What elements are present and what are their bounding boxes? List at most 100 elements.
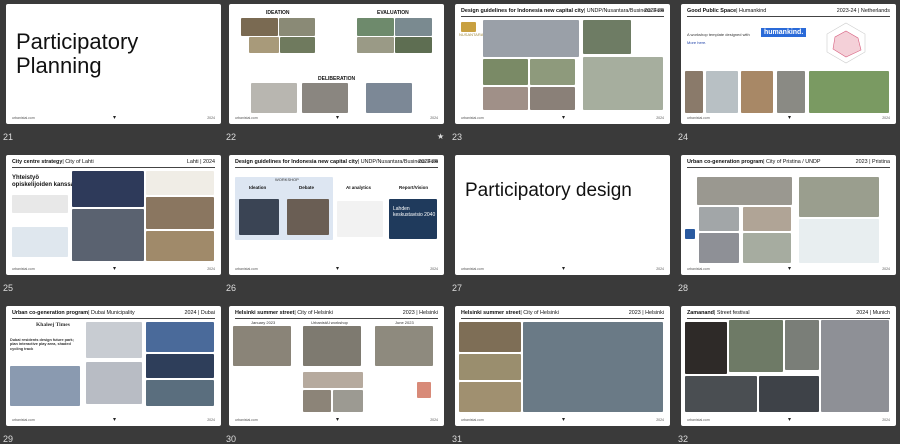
footer-year: 2024 (207, 418, 215, 422)
photo-placeholder (523, 322, 663, 412)
slide-thumbnail-23[interactable]: Design guidelines for Indonesia new capi… (455, 4, 670, 124)
big-heading: Yhteistyö opiskelijoiden kanssa (12, 175, 75, 188)
slide-year: 2023-24 (418, 159, 438, 165)
photo-placeholder (459, 354, 521, 380)
slide-subheading: | Humankind (736, 8, 767, 14)
slide-number-26: 26 (226, 283, 237, 293)
footer-year: 2024 (882, 418, 890, 422)
star-icon[interactable]: ★ (437, 132, 444, 141)
slide-subheading: | City of Lahti (62, 159, 94, 165)
news-headline: Dubai residents design future park; plan… (10, 338, 74, 351)
nusantara-emblem (461, 22, 476, 32)
slide-heading: Design guidelines for Indonesia new capi… (461, 8, 584, 14)
photo-placeholder (697, 177, 792, 205)
photo-placeholder (303, 326, 361, 366)
slide-number-30: 30 (226, 434, 237, 444)
news-brand: Khaleej Times (36, 322, 70, 328)
footer-year: 2024 (207, 116, 215, 120)
humankind-logo: humankind. (761, 28, 807, 37)
footer-logo-icon (561, 115, 566, 120)
slide-year: 2023 | Helsinki (402, 310, 438, 316)
header-rule (12, 318, 215, 319)
footer-year: 2024 (430, 418, 438, 422)
photo-placeholder (302, 83, 348, 113)
analytics-chart (337, 201, 383, 237)
footer-logo-icon (787, 417, 792, 422)
slide-footer: urbanistai.com 2024 (235, 418, 438, 423)
body-text-block (12, 195, 68, 213)
slide-thumbnail-24[interactable]: Good Public Space| Humankind 2023-24 | Ne… (681, 4, 896, 124)
footer-year: 2024 (882, 116, 890, 120)
slide-heading: Design guidelines for Indonesia new capi… (235, 159, 358, 165)
photo-placeholder (699, 207, 739, 231)
photo-placeholder (685, 376, 757, 412)
photo-placeholder (821, 320, 889, 412)
slide-footer: urbanistai.com 2024 (687, 116, 890, 121)
slide-thumbnail-31[interactable]: Helsinki summer street| City of Helsinki… (455, 306, 670, 426)
footer-site: urbanistai.com (235, 116, 258, 120)
slide-footer: urbanistai.com 2024 (461, 267, 664, 272)
slide-footer: urbanistai.com 2024 (687, 267, 890, 272)
photo-placeholder (685, 71, 703, 113)
slide-subheading: | City of Helsinki (520, 310, 559, 316)
more-link[interactable]: More here. (687, 40, 706, 45)
slide-footer: urbanistai.com 2024 (687, 418, 890, 423)
slide-number-28: 28 (678, 283, 689, 293)
photo-placeholder (799, 177, 879, 217)
slide-number-22: 22 (226, 132, 237, 142)
logo-block (417, 382, 431, 398)
slide-number-32: 32 (678, 434, 689, 444)
header-rule (687, 16, 890, 17)
slide-thumbnail-28[interactable]: Urban co-generation program| City of Pri… (681, 155, 896, 275)
photo-placeholder (483, 59, 528, 85)
footer-year: 2024 (882, 267, 890, 271)
photo-placeholder (530, 87, 575, 110)
photo-placeholder (729, 320, 783, 372)
slide-thumbnail-29[interactable]: Urban co-generation program| Dubai Munic… (6, 306, 221, 426)
slide-thumbnail-30[interactable]: Helsinki summer street| City of Helsinki… (229, 306, 444, 426)
photo-placeholder (86, 362, 142, 404)
photo-placeholder (799, 219, 879, 263)
photo-placeholder (280, 37, 315, 53)
slide-thumbnail-32[interactable]: Zamanand| Street festival 2024 | Munich ur… (681, 306, 896, 426)
vision-title: Lahden keskustavisio 2040 (393, 206, 436, 218)
debate-label: Debate (299, 185, 315, 190)
slide-year: Lahti | 2024 (186, 159, 215, 165)
footer-site: urbanistai.com (687, 418, 710, 422)
slide-thumbnail-27[interactable]: Participatory design urbanistai.com 2024 (455, 155, 670, 275)
slide-subheading: | Dubai Municipality (88, 310, 135, 316)
slide-footer: urbanistai.com 2024 (12, 418, 215, 423)
photo-placeholder (743, 207, 791, 231)
slide-thumbnail-25[interactable]: City centre strategy| City of Lahti Lahti… (6, 155, 221, 275)
slide-number-24: 24 (678, 132, 689, 142)
slide-sorter-grid: Participatory Planning urbanistai.com 2024… (0, 0, 900, 444)
photo-placeholder (459, 322, 521, 352)
evaluation-label: EVALUATION (377, 10, 409, 16)
photo-placeholder (483, 87, 528, 110)
footer-logo-icon (561, 266, 566, 271)
vision-cover (389, 199, 437, 239)
photo-placeholder (777, 71, 805, 113)
deliberation-label: DELIBERATION (318, 76, 356, 82)
slide-thumbnail-21[interactable]: Participatory Planning urbanistai.com 2024 (6, 4, 221, 124)
footer-year: 2024 (656, 116, 664, 120)
footer-year: 2024 (656, 267, 664, 271)
photo-placeholder (583, 20, 631, 54)
photo-placeholder (249, 37, 279, 53)
footer-site: urbanistai.com (461, 267, 484, 271)
photo-placeholder (759, 376, 819, 412)
photo-placeholder (241, 18, 278, 36)
footer-logo-icon (112, 266, 117, 271)
photo-placeholder (357, 18, 394, 36)
slide-number-21: 21 (3, 132, 14, 142)
photo-placeholder (287, 199, 329, 235)
header-rule (12, 167, 215, 168)
header-rule (461, 318, 664, 319)
slide-thumbnail-22[interactable]: IDEATION EVALUATION DELIBERATION urbanistai… (229, 4, 444, 124)
photo-placeholder (375, 326, 433, 366)
slide-thumbnail-26[interactable]: Design guidelines for Indonesia new capi… (229, 155, 444, 275)
photo-placeholder (785, 320, 819, 370)
footer-site: urbanistai.com (12, 267, 35, 271)
slide-footer: urbanistai.com 2024 (461, 418, 664, 423)
footer-logo-icon (787, 266, 792, 271)
